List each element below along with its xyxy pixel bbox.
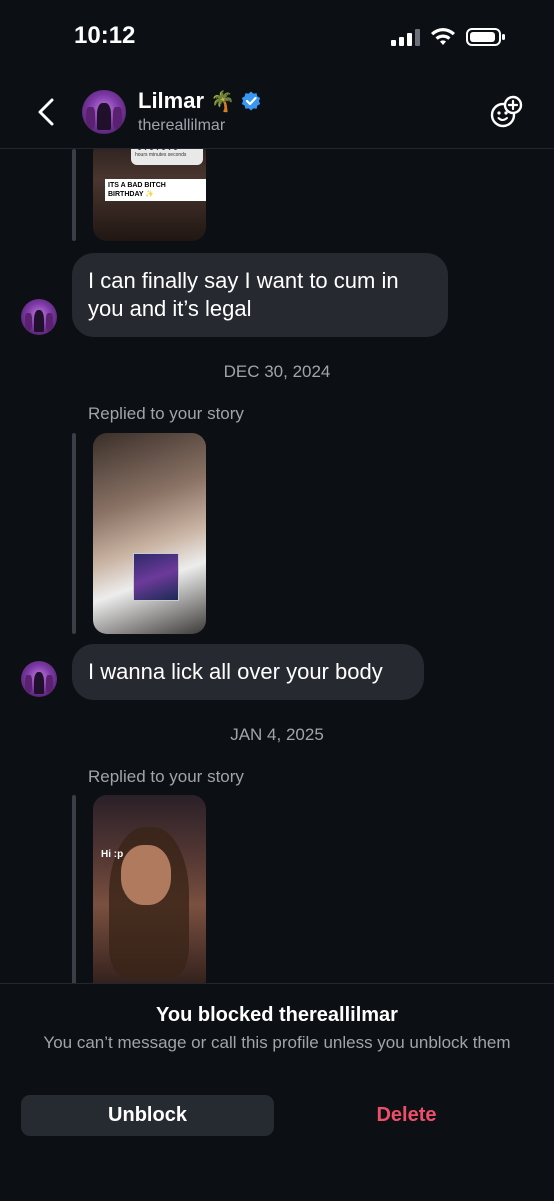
status-time: 10:12 <box>74 22 136 49</box>
status-bar: 10:12 <box>0 0 554 76</box>
sender-avatar[interactable] <box>21 661 57 697</box>
signal-icon <box>391 28 420 46</box>
palm-tree-emoji: 🌴 <box>210 90 235 113</box>
message-bubble[interactable]: I can finally say I want to cum in you a… <box>72 253 448 337</box>
message-thread[interactable]: 0:0:0:0 hours minutes seconds ITS A BAD … <box>0 149 554 983</box>
story-caption: Hi :p <box>101 849 124 860</box>
unblock-button[interactable]: Unblock <box>21 1095 274 1136</box>
sender-avatar[interactable] <box>21 299 57 335</box>
back-chevron-icon[interactable] <box>32 94 62 130</box>
message-bubble[interactable]: I wanna lick all over your body <box>72 644 424 700</box>
date-separator: DEC 30, 2024 <box>223 362 331 381</box>
story-thumbnail[interactable] <box>93 433 206 634</box>
blocked-panel: You blocked thereallilmar You can’t mess… <box>0 983 554 1201</box>
profile-handle: thereallilmar <box>138 117 226 134</box>
reply-indicator-line <box>72 795 76 983</box>
blocked-description: You can’t message or call this profile u… <box>43 1033 511 1052</box>
replied-label: Replied to your story <box>88 767 244 786</box>
battery-icon <box>466 28 505 46</box>
reply-indicator-line <box>72 149 76 241</box>
story-thumbnail[interactable]: Hi :p <box>93 795 206 983</box>
verified-badge-icon <box>241 91 261 111</box>
wifi-icon <box>431 27 455 45</box>
story-countdown: 0:0:0:0 hours minutes seconds <box>131 149 203 165</box>
blocked-title: You blocked thereallilmar <box>156 1004 398 1026</box>
date-separator: JAN 4, 2025 <box>230 725 324 744</box>
reply-indicator-line <box>72 433 76 634</box>
delete-button[interactable]: Delete <box>280 1095 533 1136</box>
profile-name-row[interactable]: Lilmar 🌴 <box>138 88 261 114</box>
replied-label: Replied to your story <box>88 404 244 423</box>
chat-header: Lilmar 🌴 thereallilmar <box>0 80 554 149</box>
story-sticker <box>133 553 179 601</box>
profile-name: Lilmar <box>138 88 205 113</box>
effects-icon[interactable] <box>488 94 524 130</box>
status-icons <box>391 27 506 47</box>
profile-avatar[interactable] <box>82 90 126 134</box>
story-caption: ITS A BAD BITCH BIRTHDAY ✨ <box>105 179 206 201</box>
story-thumbnail[interactable]: 0:0:0:0 hours minutes seconds ITS A BAD … <box>93 149 206 241</box>
